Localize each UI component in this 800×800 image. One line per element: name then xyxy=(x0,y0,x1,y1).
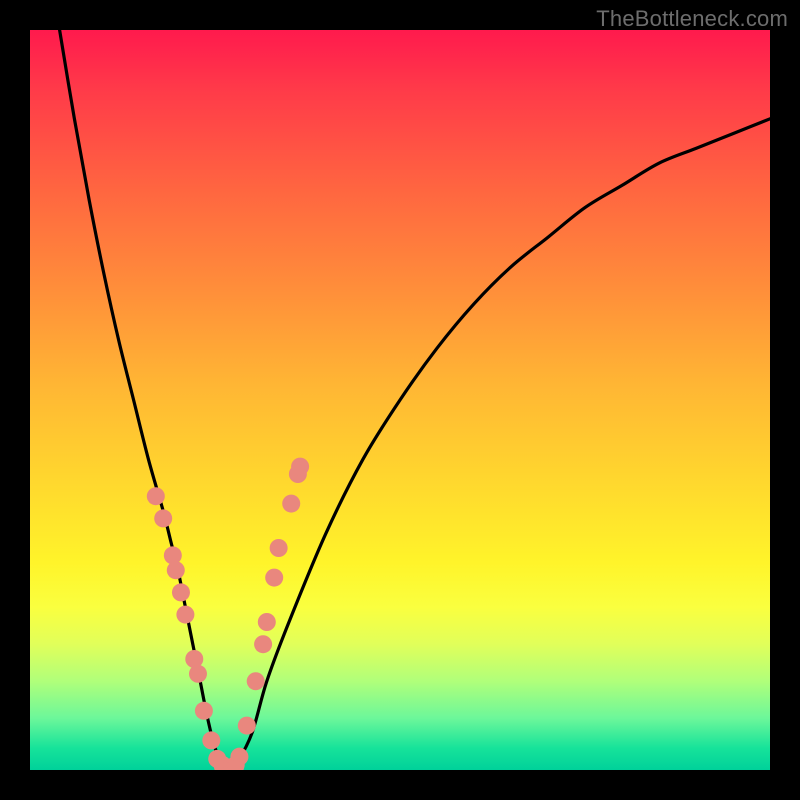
data-point xyxy=(258,613,276,631)
data-point xyxy=(265,569,283,587)
data-point xyxy=(254,635,272,653)
outer-frame: TheBottleneck.com xyxy=(0,0,800,800)
data-point xyxy=(154,509,172,527)
bottleneck-curve xyxy=(60,30,770,770)
data-point xyxy=(195,702,213,720)
data-point xyxy=(172,583,190,601)
watermark-text: TheBottleneck.com xyxy=(596,6,788,32)
data-point xyxy=(270,539,288,557)
data-point xyxy=(202,731,220,749)
data-point xyxy=(282,495,300,513)
chart-svg xyxy=(30,30,770,770)
data-point xyxy=(291,458,309,476)
data-point xyxy=(238,717,256,735)
data-point xyxy=(176,606,194,624)
data-point xyxy=(189,665,207,683)
data-point xyxy=(164,546,182,564)
data-point xyxy=(167,561,185,579)
right-branch-dots xyxy=(227,458,309,770)
data-point xyxy=(147,487,165,505)
data-point xyxy=(247,672,265,690)
